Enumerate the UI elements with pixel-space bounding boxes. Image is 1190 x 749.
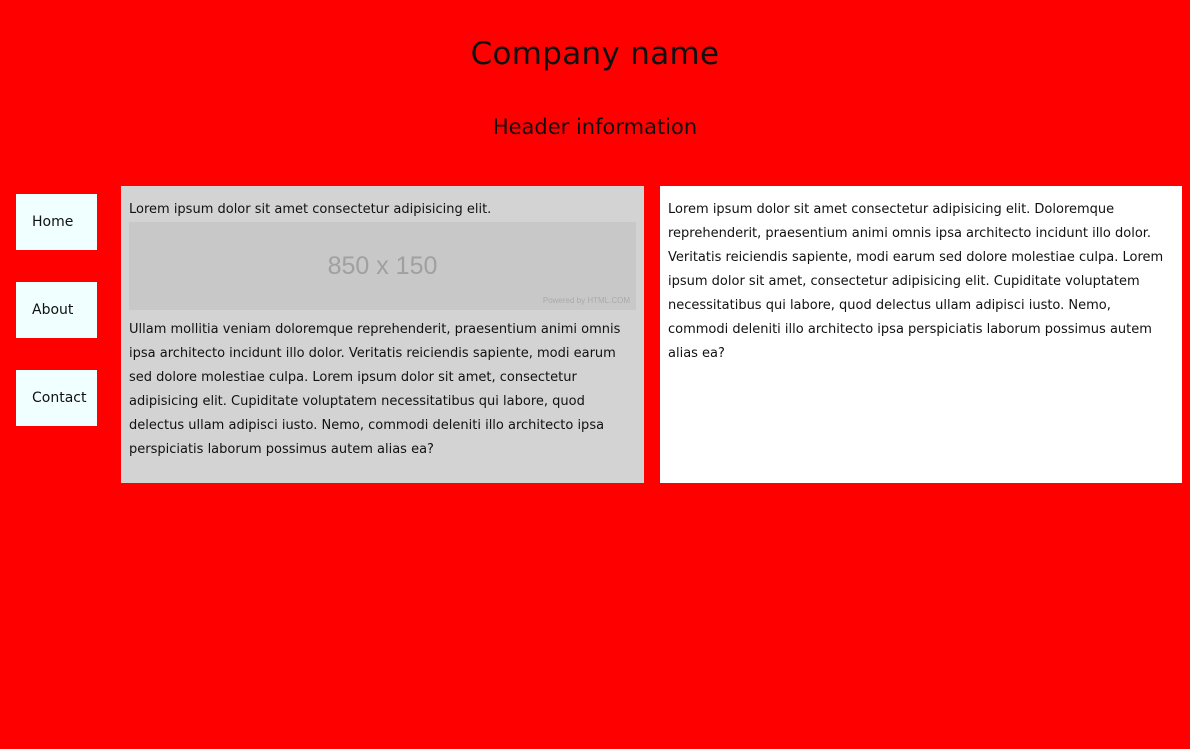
- left-panel-intro: Lorem ipsum dolor sit amet consectetur a…: [129, 202, 492, 217]
- left-panel-body: Ullam mollitia veniam doloremque reprehe…: [129, 322, 621, 457]
- right-panel-body: Lorem ipsum dolor sit amet consectetur a…: [668, 202, 1164, 361]
- company-name: Company name: [470, 36, 720, 72]
- header-information: Header information: [492, 115, 698, 139]
- placeholder-size-label: 850 x 150: [327, 252, 438, 280]
- placeholder-image: 850 x 150 Powered by HTML.COM: [129, 222, 636, 310]
- placeholder-credit: Powered by HTML.COM: [542, 296, 630, 305]
- right-content-panel: Lorem ipsum dolor sit amet consectetur a…: [660, 186, 1182, 483]
- nav-item-contact[interactable]: Contact: [16, 370, 97, 426]
- nav-item-home[interactable]: Home: [16, 194, 97, 250]
- left-content-panel: Lorem ipsum dolor sit amet consectetur a…: [121, 186, 644, 483]
- nav-item-about[interactable]: About: [16, 282, 97, 338]
